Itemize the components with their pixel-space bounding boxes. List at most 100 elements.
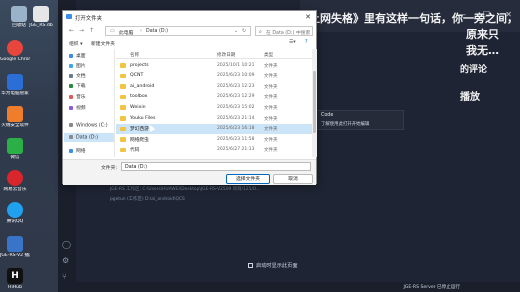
desktop-icon-label: JGE-RS-V2 播放1-25.7z xyxy=(0,253,30,258)
file-row[interactable]: toolbox 2025/6/23 12:29 文件夹 xyxy=(116,92,312,102)
source-control-icon[interactable]: ⑂ xyxy=(62,272,67,281)
pictures-icon xyxy=(69,63,73,68)
nav-item-desktop[interactable]: 桌面 xyxy=(69,52,86,59)
file-row[interactable]: Weixin 2025/6/23 15:02 文件夹 xyxy=(116,102,312,112)
recycle-bin-icon xyxy=(11,6,27,22)
file-date: 2025/6/23 10:09 xyxy=(217,73,255,79)
desktop-icon-db-file[interactable]: JGE_RS.db xyxy=(26,6,56,29)
help-icon[interactable]: ? xyxy=(305,40,308,45)
file-name: Youku Files xyxy=(130,115,156,121)
nav-item-downloads[interactable]: 下载 xyxy=(69,82,86,89)
recent-workspace-2[interactable]: pgetun (工作区) D:\ai_android\QCS xyxy=(110,196,185,202)
file-row[interactable]: Youku Files 2025/6/23 21:14 文件夹 xyxy=(116,113,312,123)
nav-item-windows-c[interactable]: Windows (C:) xyxy=(69,123,108,129)
file-date: 2025/6/23 21:14 xyxy=(217,115,255,121)
nav-item-data-d[interactable]: Data (D:) xyxy=(69,135,98,141)
dialog-footer: 文件夹: Data (D:) 选择文件夹 取消 xyxy=(63,159,316,185)
code-tooltip: Code 了解使用此打开开始编辑 xyxy=(316,110,404,130)
cancel-button[interactable]: 取消 xyxy=(273,174,313,184)
wechat-icon xyxy=(7,138,23,154)
new-folder-button[interactable]: 新建文件夹 xyxy=(91,40,115,47)
file-date: 2025/10/1 10:21 xyxy=(217,62,255,68)
account-icon[interactable]: ◯ xyxy=(62,240,71,249)
desktop-icon-label: 微信 xyxy=(10,155,20,160)
search-placeholder: 在 Data (D:) 中搜索 xyxy=(266,30,311,36)
file-row[interactable]: 梦幻西游 2025/6/23 16:18 文件夹 xyxy=(116,123,312,134)
file-type: 文件夹 xyxy=(264,105,278,111)
status-server[interactable]: JGE-RS Server 已停止运行 xyxy=(403,284,460,290)
address-bar[interactable]: ▭ 此电脑 › Data (D:) ⌄ ↻ xyxy=(105,26,251,36)
column-name[interactable]: 名称 xyxy=(130,52,139,58)
file-type: 文件夹 xyxy=(264,63,278,69)
file-row[interactable]: ai_android 2025/6/23 12:23 文件夹 xyxy=(116,81,312,91)
desktop-icon-huawei-manager[interactable]: 华为电脑管家 xyxy=(0,74,30,97)
forward-arrow-icon[interactable]: → xyxy=(79,27,84,34)
organize-button[interactable]: 组织 ▾ xyxy=(69,40,83,47)
file-row[interactable]: QCNT 2025/6/23 10:09 文件夹 xyxy=(116,71,312,81)
file-row[interactable]: projects 2025/10/1 10:21 文件夹 xyxy=(116,60,312,70)
desktop-icon-qq[interactable]: 腾讯QQ xyxy=(0,202,30,225)
file-list-scrollbar[interactable] xyxy=(312,49,317,157)
file-type: 文件夹 xyxy=(264,127,278,133)
settings-gear-icon[interactable]: ⚙ xyxy=(62,256,69,265)
nav-item-videos[interactable]: 视频 xyxy=(69,104,86,111)
nav-label: Windows (C:) xyxy=(76,123,108,129)
column-date[interactable]: 修改日期 xyxy=(217,52,235,58)
breadcrumb-this-pc[interactable]: 此电脑 xyxy=(119,29,133,36)
nav-item-network[interactable]: 网络 xyxy=(69,147,86,154)
startup-checkbox[interactable] xyxy=(248,263,253,268)
desktop-icon-chrome[interactable]: Google Chrome xyxy=(0,40,30,63)
desktop-icon-label: 网易云音乐 xyxy=(3,187,27,192)
file-date: 2025/6/23 16:18 xyxy=(217,126,255,132)
startup-label: 启动时显示此页面 xyxy=(256,263,298,269)
up-arrow-icon[interactable]: ↑ xyxy=(89,27,94,34)
desktop-icon-label: 腾讯QQ xyxy=(6,219,24,224)
dialog-title-bar: 打开文件夹 ✕ xyxy=(63,11,316,25)
tooltip-title: Code xyxy=(321,113,334,118)
breadcrumb-data-d[interactable]: Data (D:) xyxy=(146,29,168,34)
nav-item-music[interactable]: 音乐 xyxy=(69,93,86,100)
desktop-icon-wechat[interactable]: 微信 xyxy=(0,138,30,161)
folder-label: 文件夹: xyxy=(101,166,118,171)
startup-checkbox-row[interactable]: 启动时显示此页面 xyxy=(248,262,298,269)
desktop-icon-label: HiHub xyxy=(7,285,22,290)
desktop-icon-netease-music[interactable]: 网易云音乐 xyxy=(0,170,30,193)
huawei-manager-icon xyxy=(7,74,23,90)
desktop-icon xyxy=(69,53,73,58)
file-type: 文件夹 xyxy=(264,95,278,101)
chevron-down-icon[interactable]: ⌄ xyxy=(234,29,238,34)
file-type: 文件夹 xyxy=(264,84,278,90)
computer-icon: ▭ xyxy=(110,28,115,34)
desktop-icon-huorong[interactable]: 火绒安全软件 xyxy=(0,106,30,129)
overlay-text-line3: 我无… xyxy=(466,44,499,57)
refresh-icon[interactable]: ↻ xyxy=(242,29,246,34)
folder-icon xyxy=(120,84,126,89)
desktop-icon-archive[interactable]: JGE-RS-V2 播放1-25.7z xyxy=(0,236,30,259)
nav-label: 下载 xyxy=(76,84,86,89)
file-row[interactable]: 网络爬虫 2025/6/23 11:58 文件夹 xyxy=(116,134,312,144)
scrollbar-thumb[interactable] xyxy=(313,71,316,133)
column-type[interactable]: 类型 xyxy=(264,52,273,58)
select-folder-button[interactable]: 选择文件夹 xyxy=(226,174,270,184)
file-name: Weixin xyxy=(130,104,146,110)
view-options-icon[interactable]: ☰▾ xyxy=(289,40,296,45)
desktop-icon-label: 华为电脑管家 xyxy=(1,91,29,96)
desktop-icon-hihub[interactable]: H HiHub xyxy=(0,268,30,291)
folder-input[interactable]: Data (D:) xyxy=(121,162,311,171)
drive-icon xyxy=(69,123,73,127)
folder-icon xyxy=(120,147,126,153)
nav-item-pictures[interactable]: 图片 xyxy=(69,62,86,69)
desktop-icon-label: Google Chrome xyxy=(0,57,30,62)
file-name: ai_android xyxy=(130,83,155,89)
nav-item-documents[interactable]: 文档 xyxy=(69,72,86,79)
nav-label: 图片 xyxy=(76,64,86,69)
file-row[interactable]: 代码 2025/6/27 21:13 文件夹 xyxy=(116,145,312,155)
recent-workspace-1[interactable]: JGE-RS 工作区: C:\Users\HUAWEI\Desktop\JGE-… xyxy=(110,186,260,192)
dialog-close-button[interactable]: ✕ xyxy=(305,13,311,21)
network-icon xyxy=(69,148,73,153)
file-name: toolbox xyxy=(130,94,148,100)
folder-icon xyxy=(120,73,126,79)
file-name: 代码 xyxy=(130,148,140,154)
back-arrow-icon[interactable]: ← xyxy=(69,27,74,34)
search-box[interactable]: ⌕ 在 Data (D:) 中搜索 xyxy=(255,26,313,36)
